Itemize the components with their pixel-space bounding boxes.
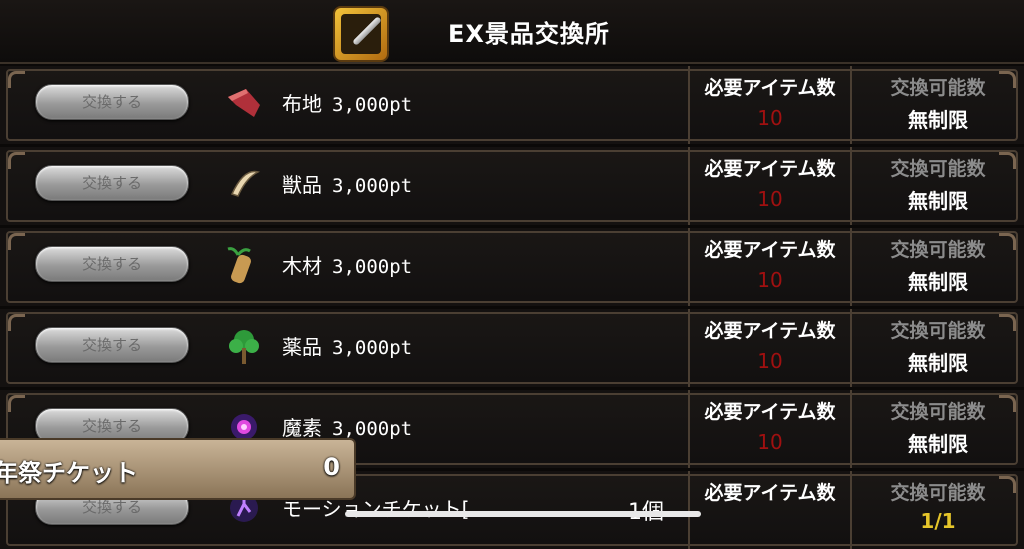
list-item: 交換する 薬品 3,000pt 必要アイテム数 10 交換可能数無制限: [0, 309, 1024, 387]
required-items-label: 必要アイテム数: [704, 158, 836, 180]
exchange-button[interactable]: 交換する: [35, 165, 189, 201]
item-points: 3,000pt: [332, 418, 413, 440]
required-items-value: 10: [757, 349, 783, 373]
exchangeable-label: 交換可能数: [890, 401, 986, 423]
item-name-text: 木材: [282, 254, 322, 278]
list-item: 交換する 布地 3,000pt 必要アイテム数 10 交換可能数無制限: [0, 66, 1024, 144]
exchangeable-value: 無制限: [908, 189, 968, 213]
required-items-label: 必要アイテム数: [704, 77, 836, 99]
frame-corner-left: [8, 233, 25, 250]
item-points: 3,000pt: [332, 337, 413, 359]
exchangeable-cell: 交換可能数 無制限: [852, 309, 1024, 387]
exchangeable-label: 交換可能数: [890, 320, 986, 342]
exchangeable-value: 無制限: [908, 351, 968, 375]
popup-count: 0: [323, 453, 340, 481]
cloth-icon: [224, 83, 264, 123]
required-items-label: 必要アイテム数: [704, 482, 836, 504]
exchangeable-cell: 交換可能数 無制限: [852, 228, 1024, 306]
wood-icon: [224, 245, 264, 285]
item-name: 布地 3,000pt: [282, 88, 412, 117]
exchangeable-value: 無制限: [908, 270, 968, 294]
popup-label: 年祭チケット: [0, 459, 138, 487]
frame-corner-left: [8, 395, 25, 412]
exchangeable-value: 無制限: [908, 108, 968, 132]
item-name: 獣品 3,000pt: [282, 169, 412, 198]
item-name: 薬品 3,000pt: [282, 331, 412, 360]
exchangeable-cell: 交換可能数 1/1: [852, 471, 1024, 549]
required-items-cell: 必要アイテム数 10: [688, 309, 852, 387]
fang-icon: [224, 164, 264, 204]
frame-corner-left: [8, 152, 25, 169]
required-items-cell: 必要アイテム数 10: [688, 390, 852, 468]
overlay-count: 1個: [628, 494, 664, 526]
item-name-text: 薬品: [282, 335, 322, 359]
required-items-cell: 必要アイテム数: [688, 471, 852, 549]
required-items-value: 10: [757, 106, 783, 130]
ticket-popup: 年祭チケット 0: [0, 438, 356, 500]
exchangeable-cell: 交換可能数 無制限: [852, 66, 1024, 144]
exchange-button[interactable]: 交換する: [35, 327, 189, 363]
item-name: 木材 3,000pt: [282, 250, 412, 279]
herb-icon: [224, 326, 264, 366]
header: EX景品交換所: [0, 0, 1024, 64]
exchangeable-value: 無制限: [908, 432, 968, 456]
page-title: EX景品交換所: [448, 20, 610, 48]
home-indicator[interactable]: [345, 511, 701, 517]
exchangeable-label: 交換可能数: [890, 239, 986, 261]
required-items-cell: 必要アイテム数 10: [688, 228, 852, 306]
item-name-text: 魔素: [282, 416, 322, 440]
list-item: 交換する 獣品 3,000pt 必要アイテム数 10 交換可能数無制限: [0, 147, 1024, 225]
frame-corner-left: [8, 314, 25, 331]
exchangeable-label: 交換可能数: [890, 77, 986, 99]
item-points: 3,000pt: [332, 256, 413, 278]
exchangeable-value: 1/1: [920, 509, 956, 533]
required-items-value: 10: [757, 268, 783, 292]
exchange-button[interactable]: 交換する: [35, 84, 189, 120]
item-name-text: 獣品: [282, 173, 322, 197]
exchangeable-cell: 交換可能数 無制限: [852, 390, 1024, 468]
item-name: 魔素 3,000pt: [282, 412, 412, 441]
exchange-button[interactable]: 交換する: [35, 246, 189, 282]
required-items-cell: 必要アイテム数 10: [688, 66, 852, 144]
frame-corner-left: [8, 71, 25, 88]
required-items-label: 必要アイテム数: [704, 401, 836, 423]
required-items-value: 10: [757, 430, 783, 454]
exchangeable-label: 交換可能数: [890, 158, 986, 180]
required-items-cell: 必要アイテム数 10: [688, 147, 852, 225]
item-points: 3,000pt: [332, 175, 413, 197]
list-item: 交換する 木材 3,000pt 必要アイテム数 10 交換可能数無制限: [0, 228, 1024, 306]
exchangeable-label: 交換可能数: [890, 482, 986, 504]
item-name-text: 布地: [282, 92, 322, 116]
item-points: 3,000pt: [332, 94, 413, 116]
exchangeable-cell: 交換可能数 無制限: [852, 147, 1024, 225]
required-items-label: 必要アイテム数: [704, 320, 836, 342]
required-items-label: 必要アイテム数: [704, 239, 836, 261]
exchange-shop-icon: [333, 6, 389, 62]
required-items-value: 10: [757, 187, 783, 211]
item-name-text: モーションチケット[: [282, 497, 470, 521]
